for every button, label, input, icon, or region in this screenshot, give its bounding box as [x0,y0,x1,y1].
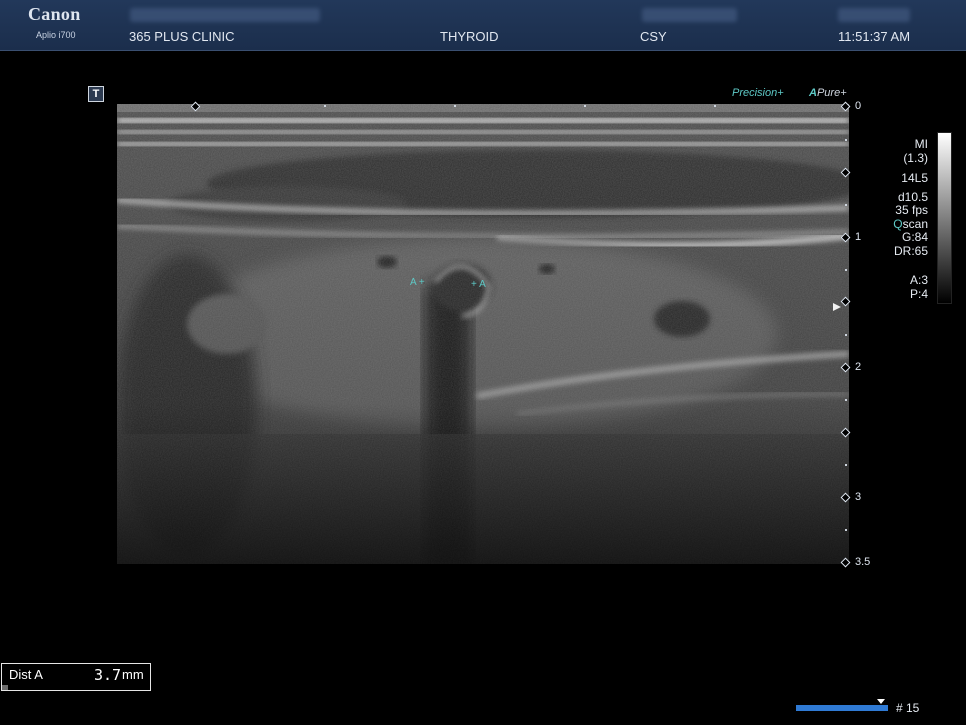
info-panel: MI (1.3) 14L5 d10.5 35 fps Qscan G:84 DR… [893,137,928,301]
depth-tick [845,269,847,271]
exam-type: THYROID [440,29,499,44]
mi-label: MI [914,137,928,151]
depth-tick [845,529,847,531]
apure-a: A [809,87,817,99]
depth-label-0: 0 [855,100,862,112]
lateral-tick [714,105,716,107]
measurement-unit: mm [122,667,144,682]
p-value: P:4 [909,286,928,301]
box-corner-mark [2,685,8,690]
caliper-marker-right[interactable]: + A [471,279,486,290]
redacted-patient-name [130,8,320,22]
measurement-label: Dist A [9,667,43,682]
ultrasound-image[interactable] [117,104,849,564]
lateral-tick [584,105,586,107]
cine-position-marker[interactable] [877,699,885,704]
brand-logo: Canon [28,4,81,24]
depth-tick [845,399,847,401]
apure-label: APure+ [809,87,847,99]
clinic-name: 365 PLUS CLINIC [129,29,235,44]
depth-label-3-5: 3.5 [855,556,871,568]
cine-scrollbar[interactable] [796,705,888,711]
depth-label-3: 3 [855,491,862,503]
depth-tick [845,334,847,336]
qscan-rest: scan [902,216,928,231]
probe-name: 14L5 [901,171,928,185]
focus-position-icon[interactable] [833,303,841,311]
depth-tick [845,464,847,466]
depth-tick [845,139,847,141]
lateral-tick [454,105,456,107]
a-value: A:3 [909,273,928,287]
operator: CSY [640,29,667,44]
caliper-marker-left[interactable]: A + [410,277,425,288]
qscan-q: Q [893,216,903,231]
depth-tick [845,204,847,206]
frame-rate: 35 fps [895,203,928,217]
redacted-patient-id [642,8,737,22]
grayscale-bar [937,132,952,304]
depth-setting: d10.5 [897,189,928,204]
lateral-tick [324,105,326,107]
text-annotation-icon[interactable]: T [88,86,104,102]
clock-time: 11:51:37 AM [838,29,911,44]
mi-value: (1.3) [903,150,928,165]
redacted-date [838,8,910,22]
device-model: Aplio i700 [36,30,76,40]
frame-number: # 15 [896,701,920,715]
qscan-label: Qscan [893,216,928,232]
dynamic-range: DR:65 [893,243,928,258]
depth-label-2: 2 [855,361,862,373]
apure-rest: Pure+ [816,87,847,99]
ultrasound-svg [117,104,849,564]
measurement-value: 3.7 [94,666,122,684]
gain-value: G:84 [901,230,928,244]
depth-label-1: 1 [855,231,862,243]
measurement-box: Dist A 3.7 mm [1,663,151,691]
header-bar: Canon Aplio i700 365 PLUS CLINIC THYROID… [0,0,966,51]
precision-label: Precision+ [732,87,784,99]
